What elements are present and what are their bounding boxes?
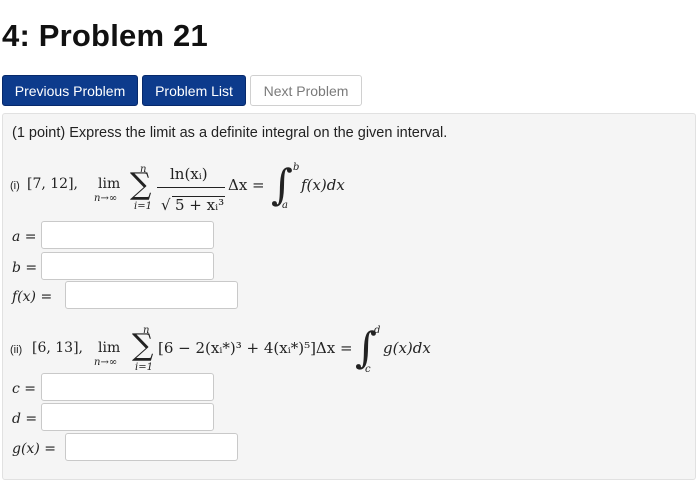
part1-sigma-icon: ∑ (130, 167, 152, 202)
part2-int-top: d (374, 325, 381, 336)
part2-sigma-icon: ∑ (132, 328, 154, 363)
part2-sum-bottom: i=1 (135, 362, 153, 373)
part1-sum-bottom: i=1 (134, 201, 152, 212)
problem-statement: (1 point) Express the limit as a definit… (12, 125, 448, 141)
sqrt-icon: √ (161, 196, 171, 214)
field-b-label: b = (12, 260, 38, 276)
field-fx-label: f(x) = (12, 289, 53, 305)
part1-lim: lim (98, 176, 121, 192)
previous-problem-button[interactable]: Previous Problem (2, 75, 138, 106)
page-title: 4: Problem 21 (2, 18, 208, 53)
part1-integrand: f(x)dx (301, 176, 345, 194)
part2-lim: lim (98, 340, 121, 356)
answer-gx-input[interactable] (65, 433, 238, 461)
part1-denominator: 5 + xᵢ³ (175, 196, 225, 214)
part1-interval: [7, 12], (27, 176, 78, 192)
answer-a-input[interactable] (41, 221, 214, 249)
part2-lim-sub: n→∞ (94, 357, 118, 368)
field-d-label: d = (12, 411, 38, 427)
part1-int-top: b (293, 162, 300, 173)
part1-numerator: ln(xᵢ) (170, 165, 208, 183)
part2-summand: [6 − 2(xᵢ*)³ + 4(xᵢ*)⁵]Δx = (158, 339, 353, 357)
answer-fx-input[interactable] (65, 281, 238, 309)
problem-navigation: Previous Problem Problem List Next Probl… (2, 75, 366, 106)
fraction-bar (157, 187, 225, 188)
part1-int-bottom: a (282, 200, 288, 211)
part2-int-bottom: c (365, 364, 371, 375)
part2-label: (ii) (10, 344, 23, 356)
field-c-label: c = (12, 381, 37, 397)
part2-interval: [6, 13], (32, 340, 83, 356)
problem-panel: (1 point) Express the limit as a definit… (2, 113, 696, 480)
part1-label: (i) (10, 180, 20, 192)
part1-lim-sub: n→∞ (94, 193, 118, 204)
answer-b-input[interactable] (41, 252, 214, 280)
part1-delta: Δx = (228, 176, 265, 194)
part2-integrand: g(x)dx (383, 339, 431, 357)
field-gx-label: g(x) = (12, 441, 56, 457)
answer-d-input[interactable] (41, 403, 214, 431)
next-problem-button: Next Problem (250, 75, 362, 106)
problem-list-button[interactable]: Problem List (142, 75, 246, 106)
field-a-label: a = (12, 229, 37, 245)
answer-c-input[interactable] (41, 373, 214, 401)
